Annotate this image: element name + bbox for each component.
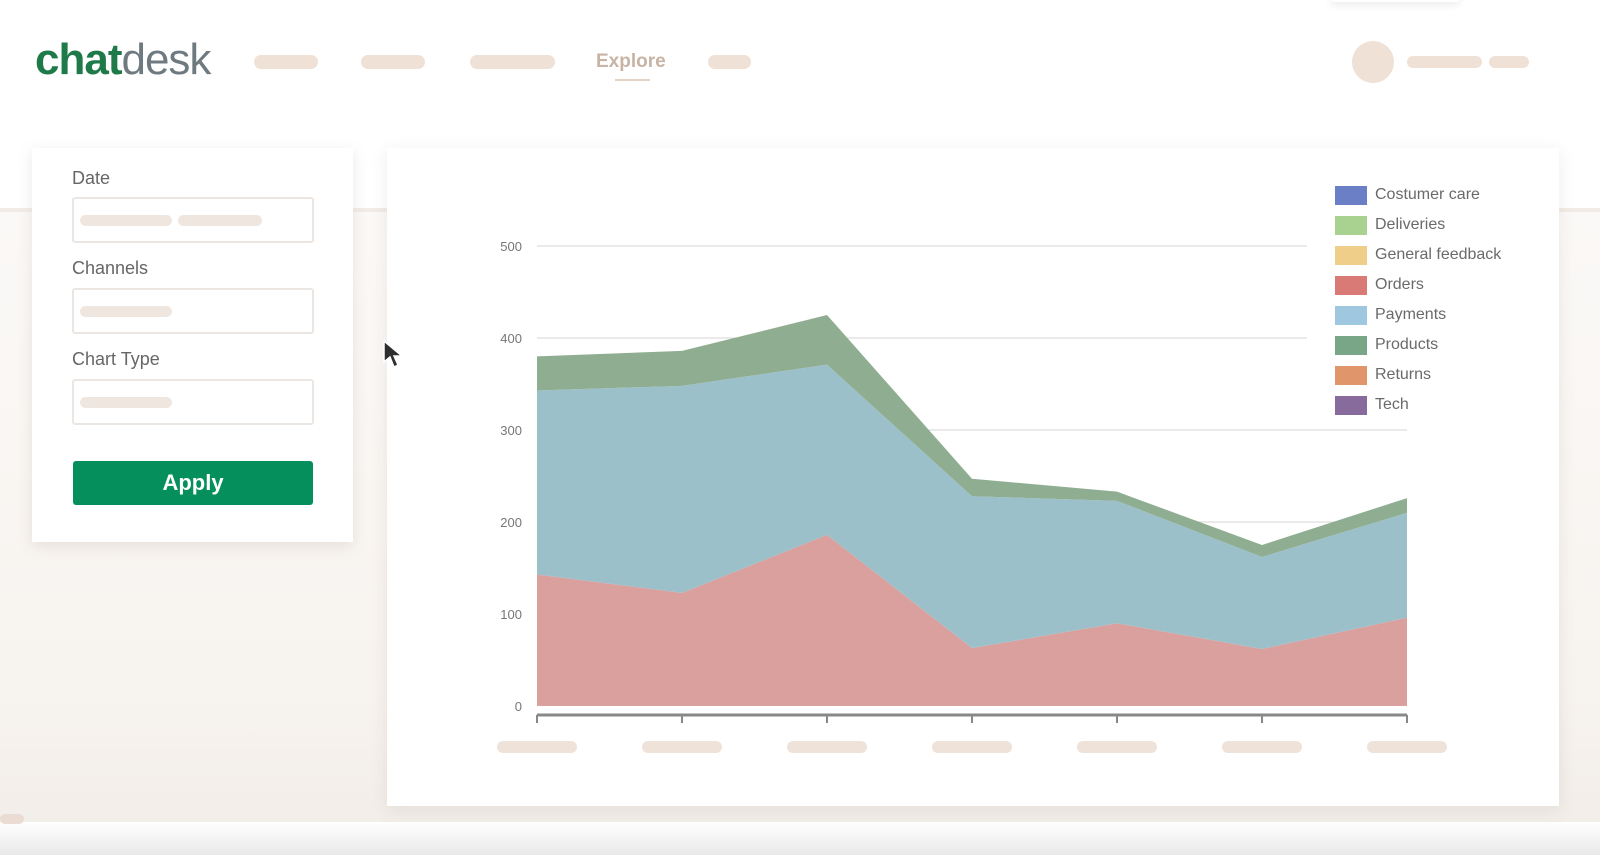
legend-label: Returns [1375, 366, 1432, 383]
y-tick-label: 100 [500, 607, 522, 622]
legend-label: Products [1375, 336, 1439, 353]
apply-button[interactable]: Apply [73, 461, 313, 505]
user-avatar[interactable] [1352, 41, 1394, 83]
bottom-placeholder [0, 814, 24, 824]
y-tick-label: 400 [500, 331, 522, 346]
chart-legend: Costumer care Deliveries General feedback O… [1335, 180, 1501, 420]
date-field[interactable] [72, 197, 314, 243]
legend-item[interactable]: Orders [1335, 270, 1501, 300]
mouse-cursor-icon [383, 340, 405, 369]
x-tick-label-placeholder [1077, 741, 1157, 753]
legend-label: General feedback [1375, 246, 1502, 263]
legend-item[interactable]: Returns [1335, 360, 1501, 390]
channels-label: Channels [72, 258, 149, 278]
chart-type-value-placeholder [80, 397, 172, 408]
chart-type-label: Chart Type [72, 349, 160, 369]
legend-swatch [1335, 185, 1367, 205]
legend-swatch [1335, 335, 1367, 355]
bottom-strip [0, 822, 1600, 855]
date-value-placeholder [178, 215, 262, 226]
legend-item[interactable]: General feedback [1335, 240, 1501, 270]
legend-label: Tech [1375, 396, 1409, 413]
filter-panel: Date Channels Chart Type Apply [32, 148, 353, 542]
legend-swatch [1335, 275, 1367, 295]
nav-item-2[interactable] [361, 55, 425, 69]
legend-label: Orders [1375, 276, 1424, 293]
logo-chat-text: chat [35, 35, 122, 84]
y-tick-label: 300 [500, 423, 522, 438]
channels-field[interactable] [72, 288, 314, 334]
legend-item[interactable]: Costumer care [1335, 180, 1501, 210]
x-tick-label-placeholder [1222, 741, 1302, 753]
nav-item-explore[interactable]: Explore [596, 51, 666, 73]
top-edge-element [1330, 0, 1460, 2]
user-name-placeholder[interactable] [1407, 56, 1482, 68]
logo-desk-text: desk [121, 35, 211, 84]
x-tick-label-placeholder [497, 741, 577, 753]
y-tick-label: 0 [515, 699, 522, 714]
x-tick-label-placeholder [787, 741, 867, 753]
legend-item[interactable]: Products [1335, 330, 1501, 360]
legend-label: Payments [1375, 306, 1447, 323]
x-tick-label-placeholder [1367, 741, 1447, 753]
legend-label: Deliveries [1375, 216, 1446, 233]
top-navigation-bar: chatdesk Explore [0, 0, 1600, 130]
legend-item[interactable]: Deliveries [1335, 210, 1501, 240]
legend-label: Costumer care [1375, 186, 1480, 203]
date-value-placeholder [80, 215, 172, 226]
user-role-placeholder[interactable] [1489, 56, 1529, 68]
legend-item[interactable]: Payments [1335, 300, 1501, 330]
y-tick-label: 200 [500, 515, 522, 530]
date-label: Date [72, 168, 111, 188]
legend-swatch [1335, 245, 1367, 265]
x-tick-label-placeholder [642, 741, 722, 753]
legend-swatch [1335, 395, 1367, 415]
legend-item[interactable]: Tech [1335, 390, 1501, 420]
legend-swatch [1335, 365, 1367, 385]
legend-swatch [1335, 215, 1367, 235]
chart-panel: 0 100 200 300 400 500 Costumer care Deliveries… [387, 148, 1559, 806]
nav-item-5[interactable] [708, 55, 751, 69]
y-tick-label: 500 [500, 239, 522, 254]
chart-type-field[interactable] [72, 379, 314, 425]
nav-item-3[interactable] [470, 55, 555, 69]
nav-item-1[interactable] [254, 55, 318, 69]
x-tick-label-placeholder [932, 741, 1012, 753]
legend-swatch [1335, 305, 1367, 325]
active-tab-indicator [615, 79, 650, 81]
channels-value-placeholder [80, 306, 172, 317]
chatdesk-logo[interactable]: chatdesk [35, 35, 211, 84]
